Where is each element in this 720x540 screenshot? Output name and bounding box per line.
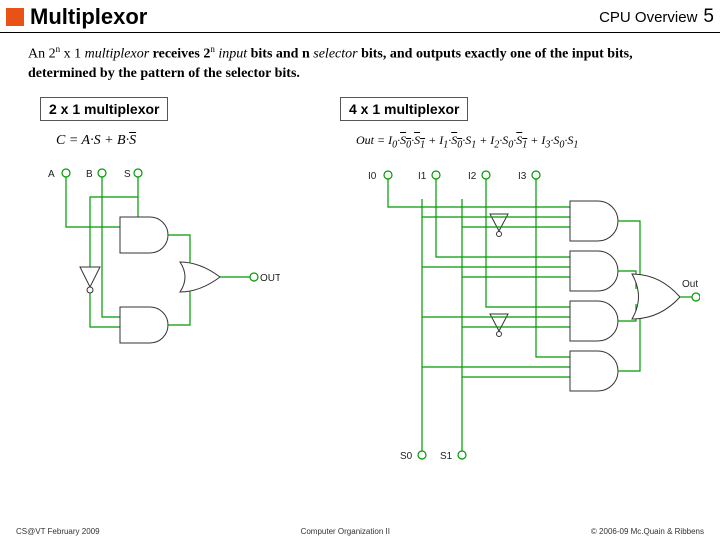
not-gate-icon bbox=[80, 267, 100, 287]
slide-header: Multiplexor CPU Overview 5 bbox=[0, 0, 720, 33]
not-bubble-icon bbox=[497, 231, 502, 236]
description-text: An 2n x 1 multiplexor receives 2n input … bbox=[0, 33, 720, 87]
pin-icon bbox=[418, 451, 426, 459]
pin-icon bbox=[250, 273, 258, 281]
desc-frag: An 2 bbox=[28, 47, 56, 62]
label-I3: I3 bbox=[518, 171, 527, 182]
slide-footer: CS@VT February 2009 Computer Organizatio… bbox=[0, 527, 720, 536]
footer-right: © 2006-09 Mc.Quain & Ribbens bbox=[591, 527, 704, 536]
or-gate-icon bbox=[632, 274, 680, 319]
label-Out: Out bbox=[682, 279, 698, 290]
and-gate-icon bbox=[120, 217, 168, 253]
accent-block bbox=[6, 8, 24, 26]
or-gate-icon bbox=[180, 262, 220, 292]
label-B: B bbox=[86, 169, 93, 180]
label-I1: I1 bbox=[418, 171, 427, 182]
pin-icon bbox=[384, 171, 392, 179]
pin-icon bbox=[134, 169, 142, 177]
diagram-row: 2 x 1 multiplexor C = A·S + B·S A B S bbox=[0, 87, 720, 483]
pin-icon bbox=[62, 169, 70, 177]
desc-frag: x 1 bbox=[60, 47, 85, 62]
pin-icon bbox=[482, 171, 490, 179]
mux-4x1-diagram: I0 I1 I2 I3 S0 S1 bbox=[340, 159, 700, 479]
footer-left: CS@VT February 2009 bbox=[16, 527, 100, 536]
not-bubble-icon bbox=[497, 331, 502, 336]
section-label: CPU Overview bbox=[599, 9, 697, 26]
page-title: Multiplexor bbox=[30, 4, 599, 30]
desc-term: selector bbox=[313, 47, 357, 62]
mux-2x1-column: 2 x 1 multiplexor C = A·S + B·S A B S bbox=[40, 97, 300, 483]
page-number: 5 bbox=[703, 6, 714, 28]
mux-2x1-equation: C = A·S + B·S bbox=[40, 127, 300, 157]
label-I2: I2 bbox=[468, 171, 477, 182]
desc-term: input bbox=[218, 47, 247, 62]
label-S1: S1 bbox=[440, 451, 453, 462]
and-gate-icon bbox=[570, 201, 618, 241]
pin-icon bbox=[692, 293, 700, 301]
label-A: A bbox=[48, 169, 55, 180]
and-gate-icon bbox=[120, 307, 168, 343]
and-gate-icon bbox=[570, 301, 618, 341]
footer-center: Computer Organization II bbox=[301, 527, 390, 536]
label-S: S bbox=[124, 169, 131, 180]
mux-2x1-diagram: A B S OUT bbox=[40, 157, 280, 397]
label-I0: I0 bbox=[368, 171, 377, 182]
desc-frag: receives 2 bbox=[149, 47, 210, 62]
pin-icon bbox=[432, 171, 440, 179]
mux-4x1-title: 4 x 1 multiplexor bbox=[340, 97, 468, 121]
pin-icon bbox=[532, 171, 540, 179]
mux-4x1-equation: Out = I0·S0·S1 + I1·S0·S1 + I2·S0·S1 + I… bbox=[340, 127, 700, 158]
and-gate-icon bbox=[570, 251, 618, 291]
desc-frag: bits and n bbox=[247, 47, 313, 62]
pin-icon bbox=[458, 451, 466, 459]
and-gate-icon bbox=[570, 351, 618, 391]
pin-icon bbox=[98, 169, 106, 177]
mux-2x1-title: 2 x 1 multiplexor bbox=[40, 97, 168, 121]
not-bubble-icon bbox=[87, 287, 93, 293]
mux-4x1-column: 4 x 1 multiplexor Out = I0·S0·S1 + I1·S0… bbox=[340, 97, 700, 483]
label-Out: OUT bbox=[260, 273, 280, 284]
label-S0: S0 bbox=[400, 451, 413, 462]
desc-term: multiplexor bbox=[85, 47, 150, 62]
